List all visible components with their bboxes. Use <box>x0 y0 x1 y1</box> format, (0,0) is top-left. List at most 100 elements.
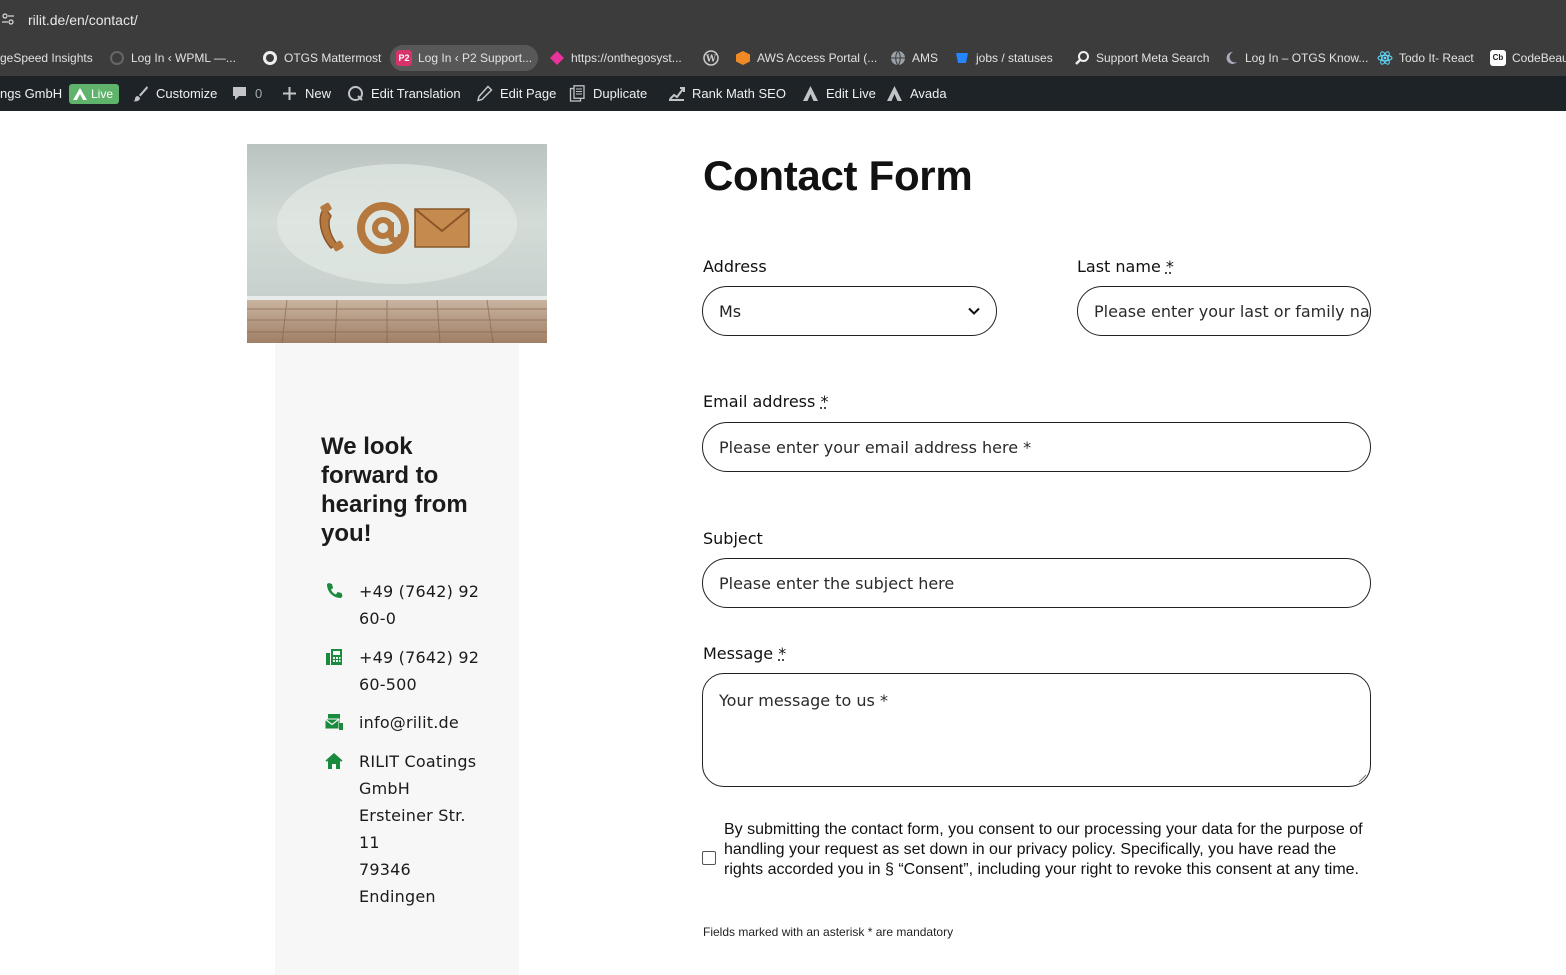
admin-edit-translation[interactable]: Edit Translation <box>347 76 461 111</box>
site-settings-icon[interactable] <box>2 13 14 25</box>
message-textarea[interactable]: Your message to us * <box>702 673 1371 787</box>
bookmark-onthegosystems[interactable]: https://onthegosyst... <box>543 45 688 71</box>
admin-edit-page[interactable]: Edit Page <box>476 76 556 111</box>
email-label-text: Email address <box>703 392 816 411</box>
comment-icon <box>233 87 246 100</box>
mattermost-icon <box>263 51 277 65</box>
message-label-text: Message <box>703 644 774 663</box>
pencil-icon <box>476 85 493 102</box>
mandatory-fields-note: Fields marked with an asterisk * are man… <box>703 925 954 939</box>
sidebar-heading: We look forward to hearing from you! <box>321 433 468 547</box>
phone-icon <box>327 583 343 598</box>
contact-hero-image <box>247 144 547 343</box>
bookmark-wordpress[interactable]: W <box>697 45 725 71</box>
message-label: Message * <box>703 644 786 663</box>
globe-icon <box>891 50 905 66</box>
svg-text:W: W <box>705 55 717 65</box>
salutation-value: Ms <box>719 301 742 321</box>
subject-label: Subject <box>703 529 763 548</box>
bitbucket-icon <box>956 53 968 63</box>
subject-placeholder: Please enter the subject here <box>719 573 955 593</box>
admin-new[interactable]: New <box>281 76 331 111</box>
bookmark-wpml[interactable]: Log In ‹ WPML —... <box>103 45 242 71</box>
admin-comments[interactable]: 0 <box>231 76 262 111</box>
live-label: Live <box>91 86 114 101</box>
browser-url-bar[interactable]: rilit.de/en/contact/ <box>0 0 1566 40</box>
phone-number[interactable]: +49 (7642) 92 60-0 <box>359 578 489 632</box>
bookmark-aws[interactable]: AWS Access Portal (... <box>729 45 883 71</box>
bookmark-label: OTGS Mattermost <box>284 51 382 65</box>
contact-fax: +49 (7642) 92 60-500 <box>325 644 479 694</box>
bookmark-label: AWS Access Portal (... <box>757 51 878 65</box>
aws-cube-icon <box>736 51 750 65</box>
edit-live-label: Edit Live <box>826 86 876 101</box>
duplicate-label: Duplicate <box>593 86 648 101</box>
bookmark-p2-support[interactable]: P2 Log In ‹ P2 Support... <box>390 45 539 71</box>
last-name-input[interactable]: Please enter your last or family name * <box>1077 286 1371 336</box>
bookmark-pagespeed[interactable]: geSpeed Insights <box>0 45 99 71</box>
rank-math-icon <box>669 87 685 101</box>
bookmark-label: Log In ‹ WPML —... <box>131 51 236 65</box>
pink-diamond-icon <box>550 51 564 65</box>
avada-logo-icon <box>73 87 87 100</box>
paintbrush-icon <box>133 86 148 102</box>
last-name-label-text: Last name <box>1077 257 1161 276</box>
bookmark-label: geSpeed Insights <box>0 51 93 65</box>
bookmark-label: Log In – OTGS Know... <box>1245 51 1369 65</box>
admin-rank-math[interactable]: Rank Math SEO <box>668 76 786 111</box>
rank-math-label: Rank Math SEO <box>692 86 786 101</box>
edit-page-label: Edit Page <box>500 86 557 101</box>
customize-label: Customize <box>156 86 218 101</box>
new-label: New <box>305 86 332 101</box>
admin-duplicate[interactable]: Duplicate <box>569 76 647 111</box>
bookmark-label: Support Meta Search <box>1096 51 1210 65</box>
required-marker: * <box>778 644 787 663</box>
email-input[interactable]: Please enter your email address here * <box>702 422 1371 472</box>
address-label-text: Address <box>703 257 767 276</box>
url-text[interactable]: rilit.de/en/contact/ <box>28 12 138 28</box>
wordpress-icon: W <box>703 50 719 66</box>
consent-checkbox[interactable] <box>702 851 716 865</box>
bookmark-label: Todo It- React <box>1399 51 1474 65</box>
react-icon <box>1377 51 1393 65</box>
wpml-icon <box>110 51 124 65</box>
magnifier-icon <box>1075 51 1089 65</box>
resize-handle-icon[interactable] <box>1358 774 1367 783</box>
page-title: Contact Form <box>703 152 973 199</box>
p2-icon: P2 <box>396 50 412 66</box>
bookmark-mattermost[interactable]: OTGS Mattermost <box>256 45 387 71</box>
last-name-label: Last name * <box>1077 257 1174 276</box>
comments-count: 0 <box>255 86 263 101</box>
email-icon <box>325 714 343 730</box>
message-placeholder: Your message to us * <box>719 691 888 710</box>
avada-icon <box>803 86 818 101</box>
email-placeholder: Please enter your email address here * <box>719 437 1032 457</box>
bookmark-label: CodeBeau <box>1512 51 1566 65</box>
bookmark-ams[interactable]: AMS <box>884 45 944 71</box>
bookmark-otgs-knowledge[interactable]: Log In – OTGS Know... <box>1217 45 1374 71</box>
address-label: Address <box>703 257 767 276</box>
bookmarks-bar: geSpeed Insights Log In ‹ WPML —... OTGS… <box>0 40 1566 76</box>
bookmark-label: Log In ‹ P2 Support... <box>418 51 533 65</box>
site-name-label: ngs GmbH <box>0 86 63 101</box>
admin-site-name[interactable]: ngs GmbH <box>0 76 62 111</box>
avada-icon <box>887 86 902 101</box>
live-status[interactable]: Live <box>69 76 120 111</box>
salutation-select[interactable]: Ms <box>702 286 997 336</box>
bookmark-jobs-statuses[interactable]: jobs / statuses <box>948 45 1059 71</box>
subject-input[interactable]: Please enter the subject here <box>702 558 1371 608</box>
fax-icon <box>326 649 342 665</box>
email-link[interactable]: info@rilit.de <box>359 709 489 736</box>
admin-avada[interactable]: Avada <box>886 76 947 111</box>
bookmark-todo-react[interactable]: Todo It- React <box>1371 45 1480 71</box>
required-marker: * <box>1165 257 1174 276</box>
admin-customize[interactable]: Customize <box>132 76 217 111</box>
bookmark-codebeautify[interactable]: Cb CodeBeau <box>1484 45 1566 71</box>
contact-address: RILIT Coatings GmbH Ersteiner Str. 11 79… <box>325 748 476 906</box>
admin-edit-live[interactable]: Edit Live <box>802 76 876 111</box>
chevron-down-icon <box>968 307 980 315</box>
contact-email: info@rilit.de <box>325 709 459 732</box>
edit-translation-label: Edit Translation <box>371 86 461 101</box>
bookmark-support-meta-search[interactable]: Support Meta Search <box>1068 45 1215 71</box>
codebeautify-icon: Cb <box>1490 50 1506 66</box>
